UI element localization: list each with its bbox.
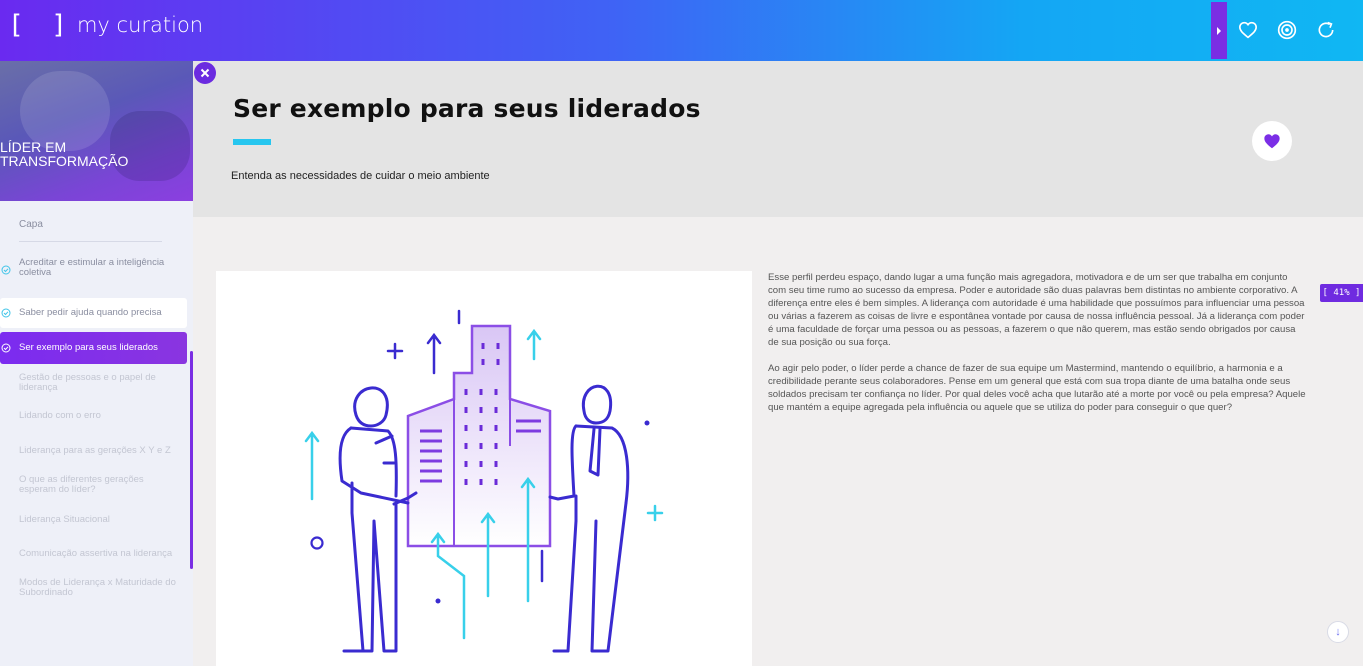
- course-sidebar: LÍDER EM TRANSFORMAÇÃO Capa Acreditar e …: [0, 61, 193, 666]
- heart-icon: [1238, 21, 1258, 39]
- title-underline: [233, 139, 271, 145]
- chevron-right-icon: [1217, 26, 1221, 35]
- lesson-illustration: [216, 271, 752, 666]
- course-banner: LÍDER EM TRANSFORMAÇÃO: [0, 61, 193, 201]
- leaders-handshake-illustration: [304, 309, 664, 653]
- list-item-active[interactable]: Ser exemplo para seus liderados: [0, 332, 187, 364]
- list-item-label: Ser exemplo para seus liderados: [19, 342, 158, 353]
- sidebar-scrollbar[interactable]: [190, 351, 193, 569]
- refresh-button[interactable]: [1314, 18, 1338, 42]
- list-item[interactable]: O que as diferentes gerações esperam do …: [0, 472, 187, 502]
- top-bar: [ ] my curation: [0, 0, 1363, 61]
- favorite-button[interactable]: [1252, 121, 1292, 161]
- list-item-label: Modos de Liderança x Maturidade do Subor…: [19, 577, 176, 598]
- list-item[interactable]: Liderança para as gerações X Y e Z: [0, 443, 187, 463]
- check-circle-icon: [1, 308, 11, 318]
- list-item-label: Comunicação assertiva na liderança: [19, 548, 173, 559]
- list-item-label: Acreditar e estimular a inteligência col…: [19, 257, 165, 278]
- page-subtitle: Entenda as necessidades de cuidar o meio…: [231, 170, 490, 182]
- favorites-button[interactable]: [1236, 18, 1260, 42]
- article-paragraph: Esse perfil perdeu espaço, dando lugar a…: [768, 272, 1305, 348]
- page-title: Ser exemplo para seus liderados: [233, 94, 701, 123]
- check-circle-icon: [1, 265, 11, 275]
- target-icon: [1277, 20, 1297, 40]
- list-item-label: Liderança Situacional: [19, 514, 110, 525]
- list-item[interactable]: Modos de Liderança x Maturidade do Subor…: [0, 575, 187, 605]
- heart-filled-icon: [1264, 134, 1280, 149]
- list-item-label: O que as diferentes gerações esperam do …: [19, 474, 144, 495]
- top-actions: [1236, 18, 1338, 42]
- check-circle-icon: [1, 343, 11, 353]
- list-item[interactable]: Comunicação assertiva na liderança: [0, 546, 187, 566]
- logo-text: my curation: [76, 13, 204, 37]
- logo-bracket: [ ]: [8, 10, 73, 40]
- list-item-label: Gestão de pessoas e o papel de liderança: [19, 372, 156, 393]
- lesson-header: Ser exemplo para seus liderados Entenda …: [193, 61, 1363, 217]
- scroll-down-button[interactable]: ↓: [1327, 621, 1349, 643]
- lesson-article: Esse perfil perdeu espaço, dando lugar a…: [768, 271, 1306, 427]
- course-title: LÍDER EM TRANSFORMAÇÃO: [0, 139, 129, 169]
- list-item-label: Saber pedir ajuda quando precisa: [19, 307, 162, 318]
- list-item-label: Liderança para as gerações X Y e Z: [19, 445, 171, 456]
- list-item[interactable]: Liderança Situacional: [0, 512, 187, 532]
- list-item[interactable]: Saber pedir ajuda quando precisa: [0, 298, 187, 328]
- close-sidebar-button[interactable]: [194, 62, 216, 84]
- reading-progress-badge: [ 41% ]: [1320, 284, 1363, 302]
- article-paragraph: Ao agir pelo poder, o líder perde a chan…: [768, 363, 1306, 413]
- panel-toggle-button[interactable]: [1211, 2, 1227, 59]
- list-item-label: Lidando com o erro: [19, 410, 101, 421]
- list-item[interactable]: Gestão de pessoas e o papel de liderança: [0, 370, 187, 400]
- refresh-icon: [1318, 21, 1334, 38]
- goals-button[interactable]: [1275, 18, 1299, 42]
- divider: [19, 241, 162, 242]
- list-item[interactable]: Lidando com o erro: [0, 408, 187, 428]
- sidebar-item-capa[interactable]: Capa: [19, 219, 43, 230]
- list-item[interactable]: Acreditar e estimular a inteligência col…: [0, 251, 187, 291]
- logo[interactable]: [ ] my curation: [8, 10, 203, 40]
- close-icon: [200, 68, 210, 78]
